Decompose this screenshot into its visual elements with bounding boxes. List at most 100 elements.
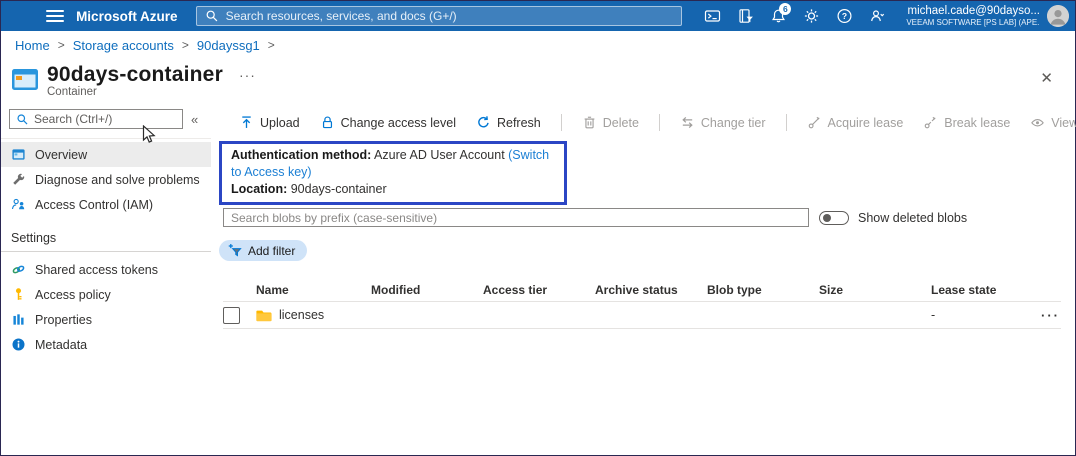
- resource-menu: « Overview Diagnose and solve problems A…: [1, 101, 211, 456]
- view-snapshots-button[interactable]: View snapshots: [1030, 115, 1076, 130]
- sidebar-item-overview[interactable]: Overview: [1, 142, 211, 167]
- column-size[interactable]: Size: [819, 283, 931, 297]
- container-icon: [11, 65, 39, 93]
- toolbar-separator: [659, 114, 660, 131]
- show-deleted-blobs-toggle[interactable]: [819, 211, 849, 225]
- sidebar-item-label: Shared access tokens: [35, 263, 158, 277]
- lock-icon: [320, 115, 335, 130]
- cell-lease-state: -: [931, 308, 1041, 322]
- page-subtitle: Container: [47, 86, 1063, 98]
- account-info[interactable]: michael.cade@90dayso... VEEAM SOFTWARE […: [906, 4, 1040, 28]
- add-filter-icon: [228, 243, 243, 258]
- sidebar-item-properties[interactable]: Properties: [1, 307, 211, 332]
- overview-icon: [11, 147, 26, 162]
- breadcrumb-storage-account[interactable]: 90dayssg1: [197, 38, 260, 53]
- blob-list-header: Name Modified Access tier Archive status…: [223, 279, 1061, 301]
- toggle-knob: [823, 214, 831, 222]
- user-avatar[interactable]: [1047, 5, 1069, 27]
- container-content: Upload Change access level Refresh Delet…: [211, 101, 1076, 456]
- row-menu-icon[interactable]: ···: [1041, 308, 1072, 323]
- collapse-menu-icon[interactable]: «: [191, 112, 198, 127]
- column-name[interactable]: Name: [256, 283, 371, 297]
- cloud-shell-icon[interactable]: [696, 1, 729, 31]
- settings-section-header: Settings: [1, 217, 211, 249]
- folder-icon: [256, 308, 272, 323]
- command-bar: Upload Change access level Refresh Delet…: [239, 110, 1076, 135]
- acquire-lease-button[interactable]: Acquire lease: [807, 115, 904, 130]
- refresh-button[interactable]: Refresh: [476, 115, 541, 130]
- global-search[interactable]: [196, 6, 683, 26]
- svg-text:?: ?: [842, 11, 847, 21]
- authentication-method-line: Authentication method: Azure AD User Acc…: [231, 147, 555, 181]
- notification-count-badge: 6: [779, 3, 791, 15]
- access-control-icon: [11, 197, 26, 212]
- wrench-icon: [11, 172, 26, 187]
- sidebar-item-shared-access-tokens[interactable]: Shared access tokens: [1, 257, 211, 282]
- authentication-info-box: Authentication method: Azure AD User Acc…: [219, 141, 567, 205]
- column-modified[interactable]: Modified: [371, 283, 483, 297]
- feedback-icon[interactable]: [861, 1, 894, 31]
- breadcrumb-storage-accounts[interactable]: Storage accounts: [73, 38, 174, 53]
- notifications-bell-icon[interactable]: 6: [762, 1, 795, 31]
- sidebar-item-access-policy[interactable]: Access policy: [1, 282, 211, 307]
- search-icon: [16, 113, 29, 126]
- help-icon[interactable]: ?: [828, 1, 861, 31]
- link-tokens-icon: [11, 262, 26, 277]
- column-blob-type[interactable]: Blob type: [707, 283, 819, 297]
- info-icon: [11, 337, 26, 352]
- change-tier-button[interactable]: Change tier: [680, 115, 766, 130]
- change-access-level-button[interactable]: Change access level: [320, 115, 456, 130]
- breadcrumb-separator: >: [174, 38, 197, 52]
- eye-icon: [1030, 115, 1045, 130]
- user-tenant: VEEAM SOFTWARE [PS LAB] (APE...: [906, 18, 1040, 28]
- menu-search[interactable]: [9, 109, 183, 129]
- sidebar-item-diagnose[interactable]: Diagnose and solve problems: [1, 167, 211, 192]
- sidebar-item-label: Access policy: [35, 288, 111, 302]
- column-access-tier[interactable]: Access tier: [483, 283, 595, 297]
- location-value: 90days-container: [287, 182, 386, 196]
- user-email: michael.cade@90dayso...: [906, 4, 1040, 18]
- show-deleted-blobs-label: Show deleted blobs: [858, 211, 967, 225]
- key-icon: [11, 287, 26, 302]
- blob-list: Name Modified Access tier Archive status…: [223, 279, 1061, 329]
- lease-pen-icon: [807, 115, 822, 130]
- azure-brand[interactable]: Microsoft Azure: [76, 9, 178, 24]
- row-checkbox[interactable]: [223, 307, 240, 324]
- topbar-icons: 6 ?: [696, 1, 894, 31]
- location-line: Location: 90days-container: [231, 181, 555, 198]
- close-icon[interactable]: ✕: [1040, 69, 1053, 87]
- sidebar-item-metadata[interactable]: Metadata: [1, 332, 211, 357]
- breadcrumb-separator: >: [260, 38, 283, 52]
- menu-search-input[interactable]: [34, 112, 176, 126]
- hamburger-menu-icon[interactable]: [46, 7, 64, 25]
- breadcrumb: Home > Storage accounts > 90dayssg1 >: [1, 31, 1075, 59]
- settings-gear-icon[interactable]: [795, 1, 828, 31]
- column-archive-status[interactable]: Archive status: [595, 283, 707, 297]
- sidebar-item-label: Diagnose and solve problems: [35, 173, 200, 187]
- table-row[interactable]: licenses - ···: [223, 301, 1061, 329]
- global-search-input[interactable]: [226, 9, 674, 23]
- page-more-icon[interactable]: ···: [239, 67, 256, 83]
- upload-icon: [239, 115, 254, 130]
- sidebar-item-access-control-iam[interactable]: Access Control (IAM): [1, 192, 211, 217]
- page-header: 90days-container ··· Container ✕: [1, 59, 1075, 101]
- column-lease-state[interactable]: Lease state: [931, 283, 1041, 297]
- sidebar-item-label: Properties: [35, 313, 92, 327]
- toolbar-separator: [561, 114, 562, 131]
- breadcrumb-home[interactable]: Home: [15, 38, 50, 53]
- upload-button[interactable]: Upload: [239, 115, 300, 130]
- blob-name[interactable]: licenses: [279, 308, 324, 322]
- breadcrumb-separator: >: [50, 38, 73, 52]
- refresh-icon: [476, 115, 491, 130]
- blob-prefix-search-input[interactable]: [231, 211, 801, 225]
- location-label: Location:: [231, 182, 287, 196]
- trash-icon: [582, 115, 597, 130]
- sidebar-item-label: Overview: [35, 148, 87, 162]
- add-filter-button[interactable]: Add filter: [219, 240, 307, 261]
- break-lease-button[interactable]: Break lease: [923, 115, 1010, 130]
- page-title: 90days-container: [47, 63, 223, 87]
- delete-button[interactable]: Delete: [582, 115, 639, 130]
- search-icon: [205, 9, 219, 23]
- blob-prefix-search[interactable]: [223, 208, 809, 227]
- directory-filter-icon[interactable]: [729, 1, 762, 31]
